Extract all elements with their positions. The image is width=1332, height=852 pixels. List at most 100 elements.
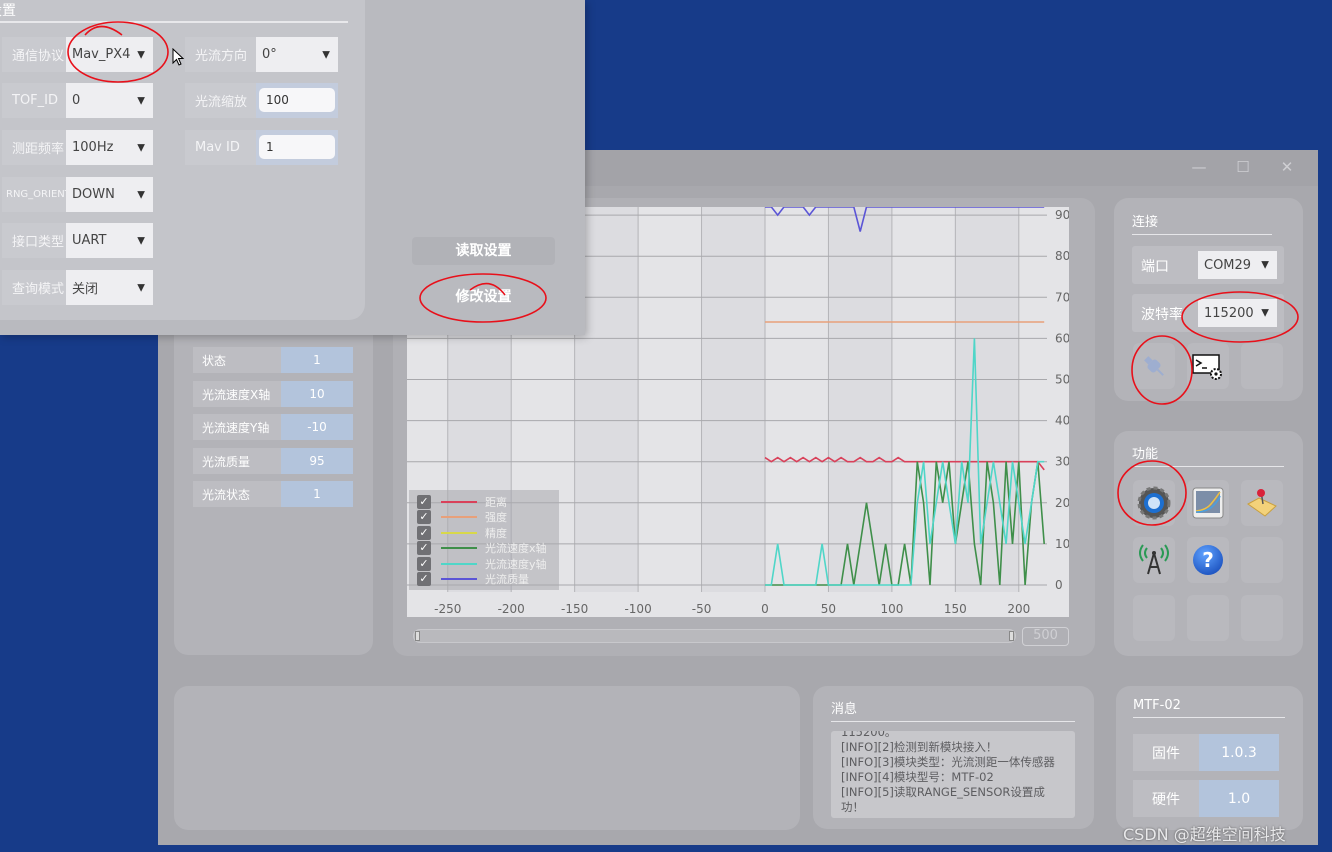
checkbox-checked-icon[interactable]: ✓: [417, 494, 431, 509]
terminal-button[interactable]: [1187, 343, 1229, 389]
window-size-input[interactable]: 500: [1022, 627, 1069, 646]
function-title: 功能: [1132, 443, 1284, 467]
x-tick-label: -150: [561, 602, 588, 616]
status-label: 光流质量: [193, 448, 281, 474]
empty-button[interactable]: [1241, 343, 1283, 389]
chevron-down-icon: ▼: [137, 49, 145, 60]
legend-swatch: [441, 516, 477, 518]
y-tick-label: 20: [1055, 496, 1069, 510]
grid-band: [955, 207, 1019, 592]
checkbox-checked-icon[interactable]: ✓: [417, 556, 431, 571]
setting-input[interactable]: 1: [259, 135, 335, 159]
message-line: [INFO][4]模块型号：MTF-02: [841, 770, 994, 784]
setting-select[interactable]: DOWN ▼: [66, 177, 153, 212]
signal-button[interactable]: [1133, 537, 1175, 583]
message-line: [INFO][5]读取RANGE_SENSOR设置成功！: [841, 785, 1045, 814]
range-start-handle[interactable]: [415, 631, 420, 641]
write-settings-button[interactable]: 修改设置: [412, 283, 555, 311]
chart-legend: ✓ 距离 ✓ 强度 ✓ 精度 ✓ 光流速度x轴 ✓ 光流速度y轴 ✓ 光流质量: [409, 490, 559, 590]
empty-button[interactable]: [1241, 595, 1283, 641]
y-tick-label: 50: [1055, 373, 1069, 387]
setting-select[interactable]: 0° ▼: [256, 37, 338, 72]
checkbox-checked-icon[interactable]: ✓: [417, 525, 431, 540]
message-title: 消息: [831, 698, 1075, 722]
setting-select[interactable]: 关闭 ▼: [66, 270, 153, 305]
connection-title: 连接: [1132, 211, 1272, 235]
chevron-down-icon: ▼: [1261, 307, 1269, 319]
empty-button[interactable]: [1133, 595, 1175, 641]
connect-button[interactable]: [1133, 343, 1175, 389]
grid-band: [701, 207, 766, 592]
range-end-handle[interactable]: [1009, 631, 1014, 641]
connection-panel: 连接 端口 COM29 ▼ 波特率 115200 ▼: [1114, 198, 1303, 401]
chevron-down-icon: ▼: [137, 282, 145, 293]
port-row: 端口 COM29 ▼: [1132, 246, 1284, 284]
minimize-icon[interactable]: —: [1184, 156, 1214, 178]
status-value: 95: [281, 448, 353, 474]
legend-label: 距离: [485, 495, 507, 509]
setting-row: 测距频率 100Hz ▼: [2, 130, 153, 165]
baud-label: 波特率: [1141, 307, 1183, 323]
setting-row: 光流缩放 100: [185, 83, 338, 118]
help-icon: ?: [1193, 545, 1223, 575]
port-value: COM29: [1204, 257, 1252, 273]
chart-icon: [1192, 487, 1224, 519]
status-label: 光流状态: [193, 481, 281, 507]
legend-swatch: [441, 578, 477, 580]
chevron-down-icon: ▼: [137, 142, 145, 153]
status-row: 光流速度Y轴 -10: [193, 414, 353, 440]
setting-label: 通信协议: [2, 37, 66, 72]
checkbox-checked-icon[interactable]: ✓: [417, 510, 431, 524]
setting-label: Mav ID: [185, 130, 256, 165]
empty-button[interactable]: [1241, 537, 1283, 583]
setting-select[interactable]: UART ▼: [66, 223, 153, 258]
checkbox-checked-icon[interactable]: ✓: [417, 541, 431, 555]
chevron-down-icon: ▼: [322, 49, 330, 60]
setting-value: 关闭: [72, 282, 99, 297]
message-log[interactable]: 115200。 [INFO][2]检测到新模块接入！ [INFO][3]模块类型：光…: [831, 731, 1075, 818]
checkbox-checked-icon[interactable]: ✓: [417, 572, 431, 586]
help-button[interactable]: ?: [1187, 537, 1229, 583]
port-select[interactable]: COM29 ▼: [1198, 251, 1277, 279]
setting-row: Mav ID 1: [185, 130, 338, 165]
legend-item[interactable]: ✓ 距离: [417, 494, 507, 509]
setting-row: RNG_ORIENT DOWN ▼: [2, 177, 153, 212]
settings-gear-icon: [1137, 486, 1171, 520]
status-value: 10: [281, 381, 353, 407]
baud-select[interactable]: 115200 ▼: [1198, 299, 1277, 327]
map-pin-icon: [1247, 489, 1277, 517]
status-row: 状态 1: [193, 347, 353, 373]
setting-select[interactable]: Mav_PX4 ▼: [66, 37, 153, 72]
status-label: 状态: [193, 347, 281, 373]
close-icon[interactable]: ✕: [1272, 156, 1302, 178]
maximize-icon[interactable]: ☐: [1228, 156, 1258, 178]
setting-select[interactable]: 0 ▼: [66, 83, 153, 118]
bottom-left-panel: [174, 686, 800, 830]
status-value: 1: [281, 347, 353, 373]
setting-input[interactable]: 100: [259, 88, 335, 112]
settings-title: 设置: [0, 3, 16, 19]
legend-item[interactable]: ✓ 光流质量: [417, 572, 529, 587]
chart-button[interactable]: [1187, 480, 1229, 526]
settings-button[interactable]: [1133, 480, 1175, 526]
y-tick-label: 10: [1055, 537, 1069, 551]
range-slider[interactable]: [413, 629, 1016, 643]
x-tick-label: -250: [434, 602, 461, 616]
legend-label: 光流速度x轴: [485, 542, 547, 555]
legend-item[interactable]: ✓ 强度: [417, 510, 507, 525]
setting-select[interactable]: 100Hz ▼: [66, 130, 153, 165]
baud-row: 波特率 115200 ▼: [1132, 294, 1284, 332]
setting-label: RNG_ORIENT: [2, 177, 71, 212]
x-tick-label: -100: [624, 602, 651, 616]
legend-item[interactable]: ✓ 光流速度x轴: [417, 541, 547, 556]
setting-label: 查询模式: [2, 270, 66, 305]
chevron-down-icon: ▼: [1261, 259, 1269, 271]
read-settings-button[interactable]: 读取设置: [412, 237, 555, 265]
setting-label: 光流方向: [185, 37, 256, 72]
map-button[interactable]: [1241, 480, 1283, 526]
legend-item[interactable]: ✓ 光流速度y轴: [417, 556, 547, 571]
hardware-value: 1.0: [1199, 780, 1279, 817]
empty-button[interactable]: [1187, 595, 1229, 641]
legend-item[interactable]: ✓ 精度: [417, 525, 507, 540]
x-tick-label: 100: [880, 602, 903, 616]
